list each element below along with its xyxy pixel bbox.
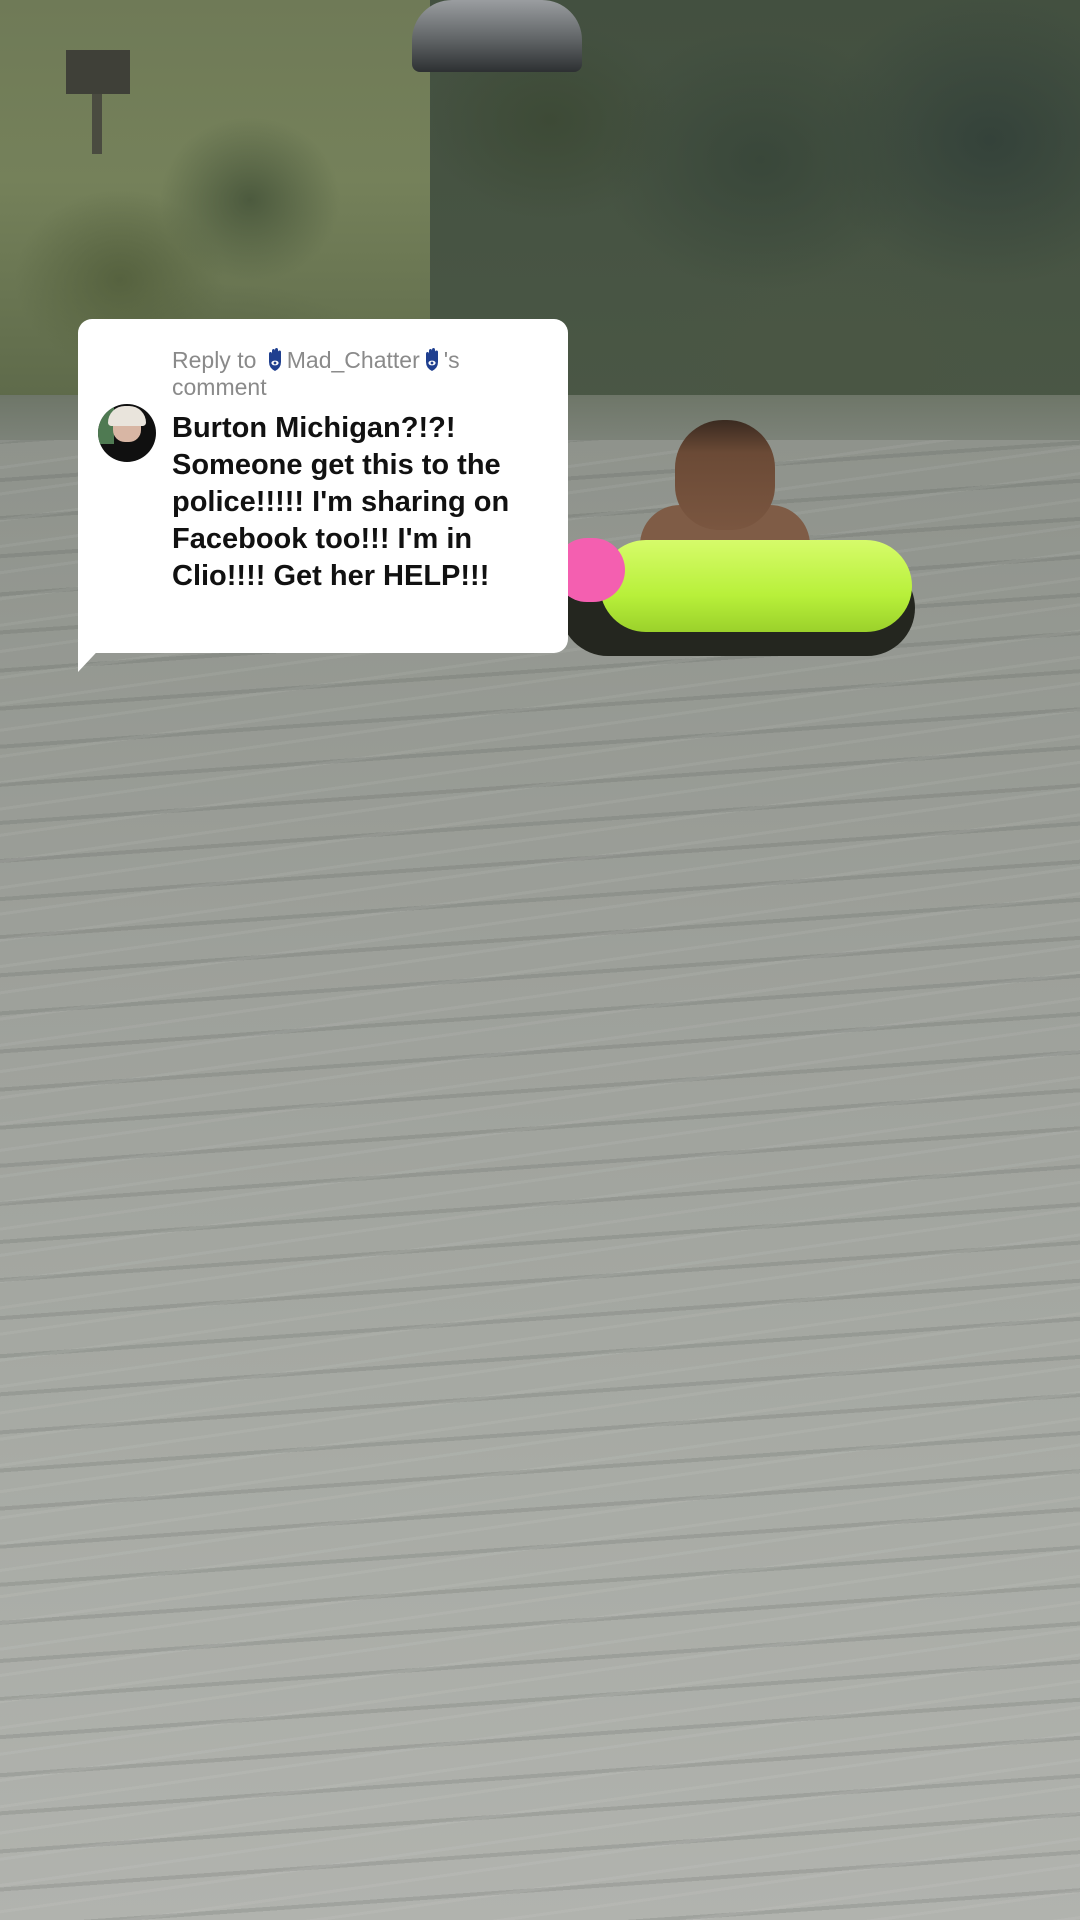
reply-username[interactable]: Mad_Chatter — [287, 347, 420, 373]
hamsa-icon — [268, 348, 281, 371]
reply-prefix: Reply to — [172, 347, 257, 373]
person-head — [675, 420, 775, 530]
sign-pole — [92, 94, 102, 154]
reply-suffix: 's — [443, 347, 460, 373]
inflatable-float — [600, 540, 912, 632]
video-background[interactable] — [0, 0, 1080, 1920]
reply-card-tail — [78, 640, 108, 672]
parked-car — [412, 0, 582, 72]
reply-header: Reply to Mad_Chatter 's comment — [172, 347, 552, 401]
hamsa-icon — [425, 348, 438, 371]
sign-board — [66, 50, 130, 94]
avatar[interactable] — [98, 404, 156, 462]
lake-water — [0, 440, 1080, 1920]
reply-second-line: comment — [172, 374, 267, 400]
reply-comment-text: Burton Michigan?!?! Someone get this to … — [172, 412, 510, 592]
